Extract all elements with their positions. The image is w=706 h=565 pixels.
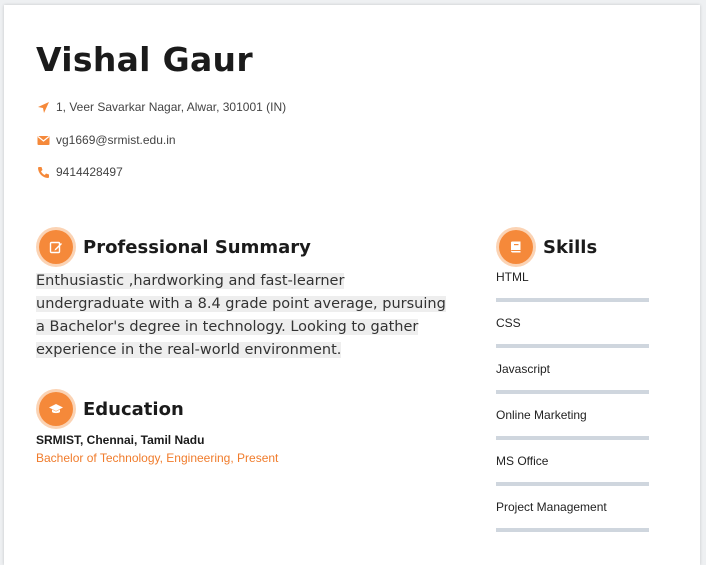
- phone-text: 9414428497: [56, 165, 123, 179]
- skill-label: CSS: [496, 316, 521, 330]
- book-icon: [499, 230, 533, 264]
- skill-bar: [496, 390, 649, 394]
- person-name: Vishal Gaur: [36, 40, 253, 79]
- skill-label: Online Marketing: [496, 408, 587, 422]
- education-degree: Bachelor of Technology, Engineering, Pre…: [36, 451, 279, 465]
- phone-icon: [36, 165, 50, 179]
- skill-bar: [496, 436, 649, 440]
- skills-list: HTML CSS Javascript Online Marketing MS …: [496, 270, 649, 546]
- skill-label: MS Office: [496, 454, 549, 468]
- address-text: 1, Veer Savarkar Nagar, Alwar, 301001 (I…: [56, 100, 287, 114]
- skill-item: Online Marketing: [496, 408, 649, 454]
- skill-label: Javascript: [496, 362, 551, 376]
- skill-label: HTML: [496, 270, 529, 284]
- email-text[interactable]: vg1669@srmist.edu.in: [56, 133, 176, 147]
- education-title: Education: [83, 398, 184, 420]
- summary-paragraph: Enthusiastic ,hardworking and fast-learn…: [36, 273, 446, 358]
- summary-text: Enthusiastic ,hardworking and fast-learn…: [36, 270, 446, 362]
- skill-item: Project Management: [496, 500, 649, 546]
- phone-line: 9414428497: [36, 165, 123, 179]
- education-heading: Education: [39, 392, 184, 426]
- skill-bar: [496, 482, 649, 486]
- envelope-icon: [36, 133, 50, 147]
- skills-heading: Skills: [499, 230, 597, 264]
- summary-heading: Professional Summary: [39, 230, 311, 264]
- skills-title: Skills: [543, 236, 598, 258]
- skill-item: HTML: [496, 270, 649, 316]
- skill-bar: [496, 344, 649, 348]
- skill-bar: [496, 528, 649, 532]
- edit-note-icon: [39, 230, 73, 264]
- location-arrow-icon: [36, 100, 50, 114]
- education-school: SRMIST, Chennai, Tamil Nadu: [36, 433, 205, 447]
- email-line: vg1669@srmist.edu.in: [36, 133, 176, 147]
- skill-item: CSS: [496, 316, 649, 362]
- address-line: 1, Veer Savarkar Nagar, Alwar, 301001 (I…: [36, 100, 286, 114]
- skill-label: Project Management: [496, 500, 607, 514]
- skill-item: Javascript: [496, 362, 649, 408]
- skill-bar: [496, 298, 649, 302]
- summary-title: Professional Summary: [83, 236, 311, 258]
- skill-item: MS Office: [496, 454, 649, 500]
- graduation-cap-icon: [39, 392, 73, 426]
